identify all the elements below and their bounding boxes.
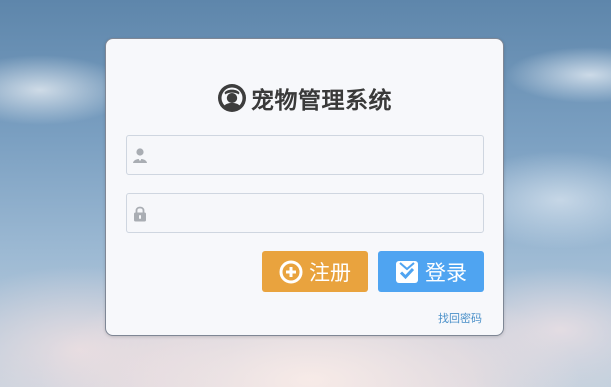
check-square-icon [396,260,418,283]
pet-face-icon [218,84,246,112]
login-button[interactable]: 登录 [378,251,484,292]
plus-circle-icon [279,260,303,283]
username-input[interactable] [153,136,477,174]
register-label: 注册 [309,260,351,285]
forgot-password-link[interactable]: 找回密码 [438,310,482,326]
password-field [126,193,484,233]
password-input[interactable] [153,194,477,232]
user-icon [133,148,147,163]
app-title: 宠物管理系统 [251,88,392,114]
username-field [126,135,484,175]
title-row: 宠物管理系统 [106,81,503,115]
lock-icon [134,206,146,222]
login-label: 登录 [425,260,467,285]
register-button[interactable]: 注册 [262,251,368,292]
login-panel: 宠物管理系统 注册 登录 找回密码 [105,38,504,336]
